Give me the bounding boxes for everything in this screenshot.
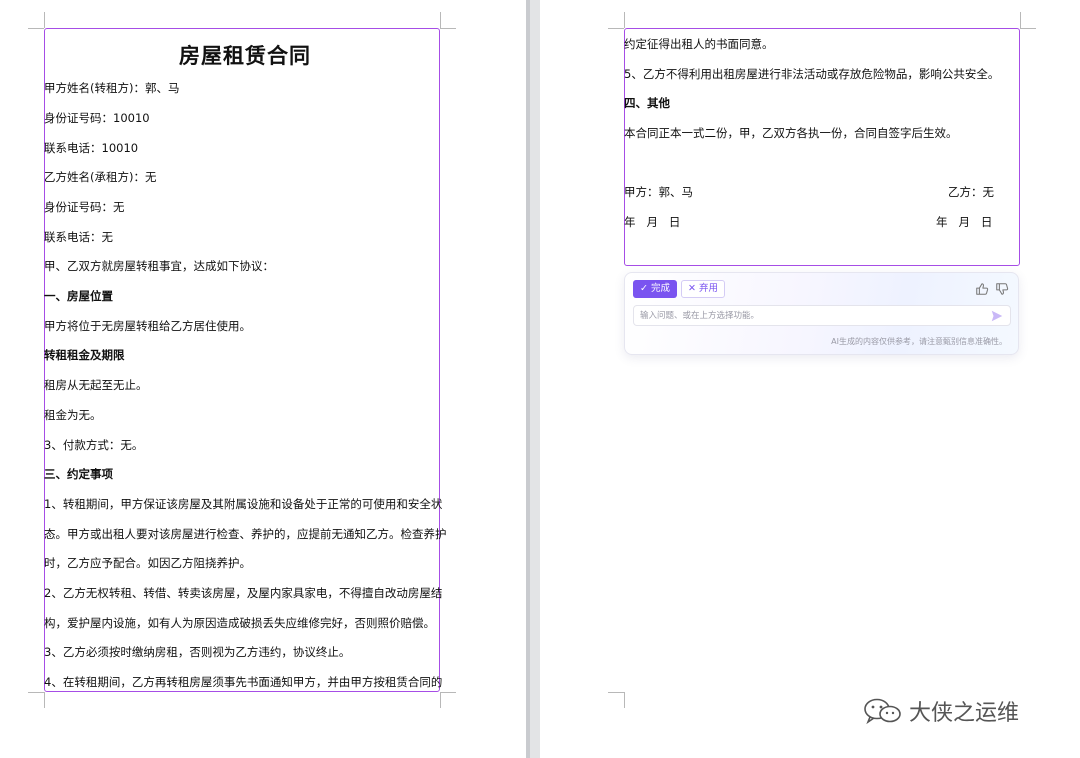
- date-party-a[interactable]: 年 月 日: [624, 215, 680, 229]
- terms-paragraph-line[interactable]: 5、乙方不得利用出租房屋进行非法活动或存放危险物品，影响公共安全。: [624, 67, 999, 81]
- crop-mark: [440, 692, 441, 708]
- ai-assistant-panel: ✓ 完成 ✕ 弃用 AI生成的内容仅供参考，请注意甄别信息准确性。: [624, 272, 1019, 355]
- party-b-id-line[interactable]: 身份证号码：无: [44, 200, 125, 214]
- crop-mark: [1020, 28, 1036, 29]
- thumbs-down-icon[interactable]: [995, 282, 1009, 296]
- check-icon: ✓: [640, 283, 651, 294]
- signature-party-b[interactable]: 乙方：无: [948, 185, 994, 199]
- party-a-id-line[interactable]: 身份证号码：10010: [44, 111, 150, 125]
- rent-period-line[interactable]: 租房从无起至无止。: [44, 378, 148, 392]
- section-heading-terms[interactable]: 三、约定事项: [44, 467, 113, 481]
- document-title: 房屋租赁合同: [179, 44, 311, 68]
- terms-paragraph-line[interactable]: 2、乙方无权转租、转借、转卖该房屋，及屋内家具家电，不得擅自改动房屋结: [44, 586, 442, 600]
- terms-paragraph-line[interactable]: 约定征得出租人的书面同意。: [624, 37, 774, 51]
- party-b-name-line[interactable]: 乙方姓名(承租方)：无: [44, 170, 156, 184]
- other-paragraph-line[interactable]: 本合同正本一式二份，甲，乙双方各执一份，合同自签字后生效。: [624, 126, 958, 140]
- party-b-phone-line[interactable]: 联系电话：无: [44, 230, 113, 244]
- terms-paragraph-line[interactable]: 时，乙方应予配合。如因乙方阻挠养护。: [44, 556, 251, 570]
- crop-mark: [1020, 12, 1021, 28]
- crop-mark: [28, 692, 44, 693]
- discard-button-label: 弃用: [698, 283, 718, 294]
- crop-mark: [608, 28, 624, 29]
- watermark-text: 大侠之运维: [909, 701, 1020, 726]
- done-button[interactable]: ✓ 完成: [633, 280, 677, 298]
- terms-paragraph-line[interactable]: 3、乙方必须按时缴纳房租，否则视为乙方违约，协议终止。: [44, 645, 350, 659]
- thumbs-up-icon[interactable]: [975, 282, 989, 296]
- party-a-phone-line[interactable]: 联系电话：10010: [44, 141, 138, 155]
- signature-party-a[interactable]: 甲方：郭、马: [624, 185, 693, 199]
- ai-question-input[interactable]: [640, 308, 980, 323]
- watermark: 大侠之运维: [863, 696, 1019, 726]
- crop-mark: [624, 692, 625, 708]
- ai-disclaimer-text: AI生成的内容仅供参考，请注意甄别信息准确性。: [831, 337, 1007, 346]
- crop-mark: [440, 692, 456, 693]
- terms-paragraph-line[interactable]: 1、转租期间，甲方保证该房屋及其附属设施和设备处于正常的可使用和安全状: [44, 497, 442, 511]
- agreement-intro-line[interactable]: 甲、乙双方就房屋转租事宜，达成如下协议：: [44, 259, 274, 273]
- close-icon: ✕: [688, 283, 699, 294]
- document-page-left: 房屋租赁合同 甲方姓名(转租方)：郭、马 身份证号码：10010 联系电话：10…: [0, 0, 526, 758]
- discard-button[interactable]: ✕ 弃用: [681, 280, 725, 298]
- crop-mark: [608, 692, 624, 693]
- terms-paragraph-line[interactable]: 构，爱护屋内设施，如有人为原因造成破损丢失应维修完好，否则照价赔偿。: [44, 616, 435, 630]
- location-text-line[interactable]: 甲方将位于无房屋转租给乙方居住使用。: [44, 319, 251, 333]
- rent-amount-line[interactable]: 租金为无。: [44, 408, 102, 422]
- terms-paragraph-line[interactable]: 4、在转租期间，乙方再转租房屋须事先书面通知甲方，并由甲方按租赁合同的: [44, 675, 442, 689]
- page-gutter: [526, 0, 540, 758]
- section-heading-rent[interactable]: 转租租金及期限: [44, 348, 125, 362]
- date-party-b[interactable]: 年 月 日: [936, 215, 992, 229]
- done-button-label: 完成: [650, 283, 670, 294]
- wechat-logo-icon: [864, 698, 901, 725]
- crop-mark: [44, 692, 45, 708]
- section-heading-location[interactable]: 一、房屋位置: [44, 289, 113, 303]
- scrollbar-track[interactable]: [526, 0, 530, 758]
- ai-question-field[interactable]: [633, 305, 1011, 326]
- ai-selection-frame-right: [624, 28, 1020, 266]
- crop-mark: [28, 28, 44, 29]
- crop-mark: [624, 12, 625, 28]
- crop-mark: [440, 12, 441, 28]
- party-a-name-line[interactable]: 甲方姓名(转租方)：郭、马: [44, 81, 179, 95]
- send-icon[interactable]: [990, 309, 1004, 323]
- crop-mark: [440, 28, 456, 29]
- terms-paragraph-line[interactable]: 态。甲方或出租人要对该房屋进行检查、养护的，应提前无通知乙方。检查养护: [44, 527, 447, 541]
- section-heading-other[interactable]: 四、其他: [624, 96, 670, 110]
- payment-method-line[interactable]: 3、付款方式：无。: [44, 438, 143, 452]
- crop-mark: [44, 12, 45, 28]
